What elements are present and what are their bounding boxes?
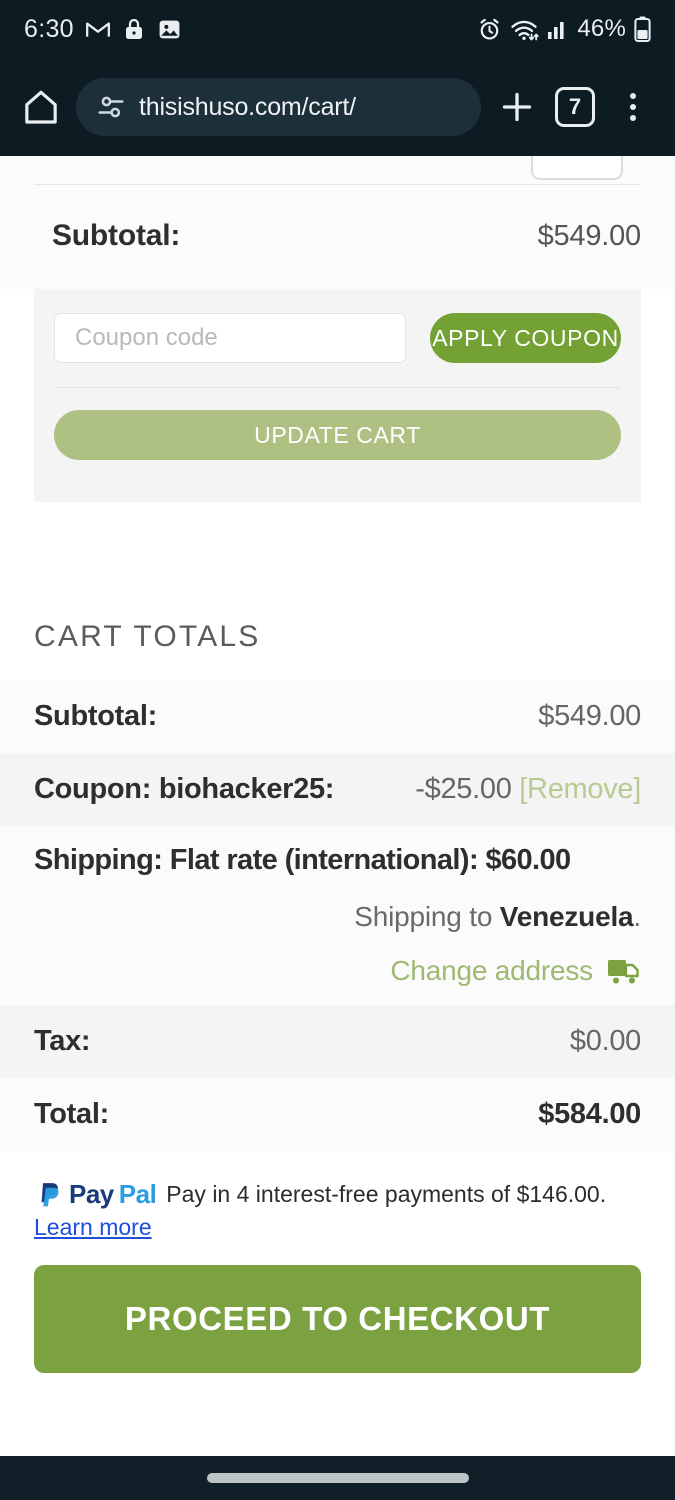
shipping-method-label: Shipping: Flat rate (international): $60… — [34, 844, 571, 876]
checkout-button-wrap: PROCEED TO CHECKOUT — [0, 1241, 675, 1373]
status-time: 6:30 — [24, 14, 74, 43]
quantity-row-partial — [0, 156, 675, 184]
divider — [54, 387, 621, 388]
tab-counter-button[interactable]: 7 — [553, 85, 597, 129]
cart-totals-table: Subtotal: $549.00 Coupon: biohacker25: -… — [0, 680, 675, 1151]
totals-row-tax: Tax: $0.00 — [0, 1005, 675, 1078]
tune-icon[interactable] — [96, 92, 126, 122]
image-icon — [157, 17, 182, 42]
gesture-pill[interactable] — [206, 1473, 469, 1483]
cart-totals-heading: CART TOTALS — [34, 620, 261, 653]
coupon-panel: APPLY COUPON UPDATE CART — [34, 289, 641, 502]
paypal-wordmark-pay: Pay — [69, 1179, 114, 1209]
paypal-learn-more-link[interactable]: Learn more — [34, 1214, 152, 1241]
tab-count-label: 7 — [555, 87, 595, 127]
alarm-icon — [477, 17, 502, 42]
totals-total-label: Total: — [34, 1098, 109, 1130]
change-address-row[interactable]: Change address — [34, 955, 641, 997]
status-bar-right: 46% — [477, 15, 651, 43]
totals-coupon-label: Coupon: biohacker25: — [34, 773, 335, 805]
quantity-stepper[interactable] — [531, 156, 623, 180]
url-text: thisishuso.com/cart/ — [139, 92, 356, 121]
totals-row-coupon: Coupon: biohacker25: -$25.00 [Remove] — [0, 753, 675, 826]
remove-coupon-link[interactable]: [Remove] — [519, 773, 641, 805]
delivery-truck-icon — [607, 956, 641, 986]
browser-toolbar: thisishuso.com/cart/ 7 — [0, 58, 675, 156]
totals-tax-value: $0.00 — [569, 1025, 641, 1057]
status-bar: 6:30 46% — [0, 0, 675, 58]
paypal-logo: Pay Pal — [34, 1179, 157, 1210]
shipping-to-prefix: Shipping to — [354, 901, 500, 932]
paypal-promo-text: Pay in 4 interest-free payments of $146.… — [166, 1181, 607, 1207]
gmail-icon — [85, 16, 111, 42]
page-content: Subtotal: $549.00 APPLY COUPON UPDATE CA… — [0, 156, 675, 1456]
paypal-promo: Pay Pal Pay in 4 interest-free payments o… — [0, 1151, 675, 1241]
paypal-promo-line: Pay Pal Pay in 4 interest-free payments o… — [34, 1179, 641, 1210]
totals-total-value: $584.00 — [538, 1098, 641, 1130]
wifi-icon — [510, 17, 540, 42]
cart-table-remnant — [0, 156, 675, 185]
overflow-dots — [630, 93, 636, 121]
coupon-row: APPLY COUPON — [54, 313, 621, 363]
status-bar-left: 6:30 — [24, 15, 182, 44]
totals-row-subtotal: Subtotal: $549.00 — [0, 680, 675, 753]
totals-row-shipping: Shipping: Flat rate (international): $60… — [0, 826, 675, 1005]
plus-icon[interactable] — [495, 85, 539, 129]
totals-tax-label: Tax: — [34, 1025, 91, 1057]
battery-icon — [634, 16, 651, 42]
omnibox[interactable]: thisishuso.com/cart/ — [76, 78, 481, 136]
battery-percent: 46% — [577, 15, 626, 42]
proceed-to-checkout-button[interactable]: PROCEED TO CHECKOUT — [34, 1265, 641, 1373]
totals-row-total: Total: $584.00 — [0, 1078, 675, 1151]
shipping-country: Venezuela — [499, 901, 634, 932]
coupon-discount-amount: -$25.00 — [415, 773, 512, 805]
update-cart-button[interactable]: UPDATE CART — [54, 410, 621, 460]
lock-icon — [122, 17, 146, 41]
totals-subtotal-value: $549.00 — [538, 700, 641, 732]
apply-coupon-button[interactable]: APPLY COUPON — [430, 313, 621, 363]
signal-icon — [547, 17, 569, 41]
paypal-wordmark-pal: Pal — [118, 1179, 157, 1209]
shipping-destination: Shipping to Venezuela. — [34, 901, 641, 933]
totals-subtotal-label: Subtotal: — [34, 700, 157, 732]
shipping-to-suffix: . — [633, 901, 641, 932]
change-address-link[interactable]: Change address — [390, 955, 593, 987]
cart-subtotal-label: Subtotal: — [52, 219, 181, 252]
system-nav-bar — [0, 1456, 675, 1500]
home-icon[interactable] — [20, 86, 62, 128]
cart-subtotal-row: Subtotal: $549.00 — [0, 185, 675, 289]
paypal-mark-icon — [41, 1182, 59, 1206]
overflow-menu-icon[interactable] — [611, 85, 655, 129]
coupon-input[interactable] — [54, 313, 406, 363]
cart-subtotal-value: $549.00 — [537, 219, 642, 252]
totals-coupon-value: -$25.00 [Remove] — [415, 773, 641, 806]
